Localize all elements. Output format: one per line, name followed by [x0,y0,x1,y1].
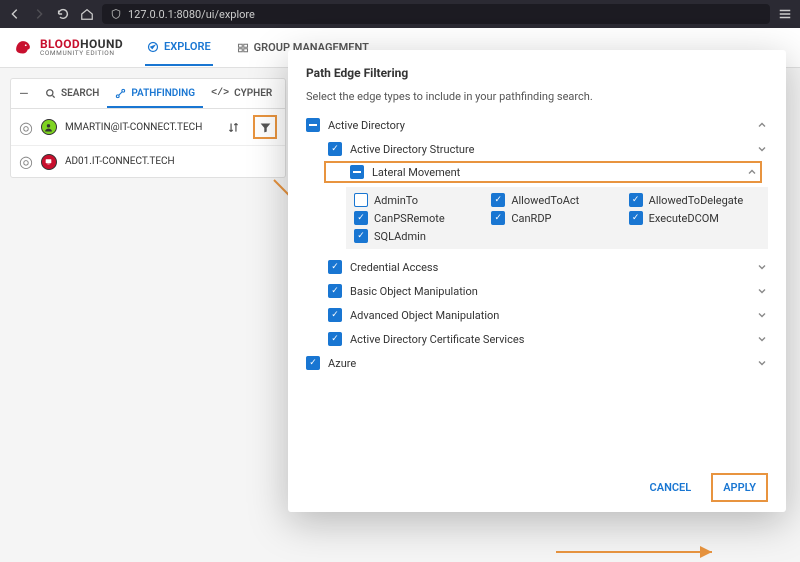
checkbox-checked-icon[interactable] [491,193,505,207]
logo: BLOODHOUND COMMUNITY EDITION [12,37,123,59]
checkbox-checked-icon[interactable] [491,211,505,225]
logo-icon [12,37,34,59]
shield-icon [110,8,122,20]
group-azure[interactable]: Azure [306,351,768,375]
group-icon [237,42,249,54]
edge-filter-modal: Path Edge Filtering Select the edge type… [288,50,786,512]
url-text: 127.0.0.1:8080/ui/explore [128,8,255,21]
start-node-row[interactable]: ◎ MMARTIN@IT-CONNECT.TECH [11,109,285,145]
edge-canpsremote[interactable]: CanPSRemote [354,211,485,225]
edge-allowedtoact[interactable]: AllowedToAct [491,193,622,207]
edge-label: CanPSRemote [374,212,445,225]
group-credential-access[interactable]: Credential Access [306,255,768,279]
collapse-icon[interactable]: – [11,84,37,103]
group-ad-structure[interactable]: Active Directory Structure [306,137,768,161]
tab-cypher[interactable]: </> CYPHER [203,79,280,108]
group-basic-object[interactable]: Basic Object Manipulation [306,279,768,303]
checkbox-checked-icon[interactable] [354,211,368,225]
chevron-up-icon[interactable] [756,119,768,131]
group-ad-label: Active Directory [328,119,748,132]
filter-tree: Active Directory Active Directory Struct… [306,113,768,465]
address-bar[interactable]: 127.0.0.1:8080/ui/explore [102,4,770,24]
search-icon [45,88,56,99]
chevron-down-icon[interactable] [756,309,768,321]
checkbox-checked-icon[interactable] [629,211,643,225]
group-ad-struct-label: Active Directory Structure [350,143,748,156]
edge-sqladmin[interactable]: SQLAdmin [354,229,485,243]
forward-icon [32,7,46,21]
chevron-down-icon[interactable] [756,285,768,297]
back-icon[interactable] [8,7,22,21]
end-node-text: AD01.IT-CONNECT.TECH [65,156,277,167]
chevron-down-icon[interactable] [756,357,768,369]
group-azure-label: Azure [328,357,748,370]
chevron-down-icon[interactable] [756,333,768,345]
pathfinding-panel: – SEARCH PATHFINDING </> CYPHER ◎ MMARTI… [10,78,286,178]
logo-subtitle: COMMUNITY EDITION [40,50,123,57]
group-adv-label: Advanced Object Manipulation [350,309,748,322]
chevron-down-icon[interactable] [756,143,768,155]
group-lateral-label: Lateral Movement [372,166,738,179]
checkbox-checked-icon[interactable] [629,193,643,207]
apply-button[interactable]: APPLY [711,473,768,502]
group-active-directory[interactable]: Active Directory [306,113,768,137]
target-icon: ◎ [19,118,33,137]
tab-pathfinding-label: PATHFINDING [131,88,195,99]
group-lateral-movement[interactable]: Lateral Movement [324,161,762,183]
path-icon [115,88,126,99]
explore-icon [147,41,159,53]
swap-button[interactable] [221,115,245,139]
reload-icon[interactable] [56,7,70,21]
tab-cypher-label: CYPHER [234,88,272,99]
edge-label: AllowedToAct [511,194,579,207]
group-adcs-label: Active Directory Certificate Services [350,333,748,346]
group-cred-label: Credential Access [350,261,748,274]
annotation-arrow-2 [552,542,722,562]
edge-executedcom[interactable]: ExecuteDCOM [629,211,760,225]
home-icon[interactable] [80,7,94,21]
checkbox-checked-icon[interactable] [306,356,320,370]
browser-chrome: 127.0.0.1:8080/ui/explore [0,0,800,28]
edge-adminto[interactable]: AdminTo [354,193,485,207]
edge-allowedtodelegate[interactable]: AllowedToDelegate [629,193,760,207]
tab-search-label: SEARCH [61,88,99,99]
edge-canrdp[interactable]: CanRDP [491,211,622,225]
tab-search[interactable]: SEARCH [37,79,107,108]
cancel-button[interactable]: CANCEL [640,473,702,502]
user-icon [41,119,57,135]
filter-button[interactable] [253,115,277,139]
chevron-up-icon[interactable] [746,166,758,178]
tab-explore-label: EXPLORE [164,40,211,53]
computer-icon [41,154,57,170]
checkbox-checked-icon[interactable] [328,284,342,298]
modal-title: Path Edge Filtering [306,66,768,80]
checkbox-checked-icon[interactable] [328,260,342,274]
checkbox-checked-icon[interactable] [354,229,368,243]
menu-icon[interactable] [778,7,792,21]
checkbox-checked-icon[interactable] [328,332,342,346]
code-icon: </> [211,88,229,99]
edge-label: CanRDP [511,212,551,225]
edge-label: SQLAdmin [374,230,426,243]
checkbox-unchecked-icon[interactable] [354,193,368,207]
tab-pathfinding[interactable]: PATHFINDING [107,79,203,108]
start-node-text: MMARTIN@IT-CONNECT.TECH [65,122,213,133]
edge-grid: AdminTo AllowedToAct AllowedToDelegate C… [346,187,768,249]
group-basic-label: Basic Object Manipulation [350,285,748,298]
checkbox-indeterminate-icon[interactable] [350,165,364,179]
edge-label: AdminTo [374,194,418,207]
edge-label: ExecuteDCOM [649,212,719,225]
edge-label: AllowedToDelegate [649,194,744,207]
checkbox-indeterminate-icon[interactable] [306,118,320,132]
group-advanced-object[interactable]: Advanced Object Manipulation [306,303,768,327]
checkbox-checked-icon[interactable] [328,308,342,322]
target-icon: ◎ [19,152,33,171]
group-adcs[interactable]: Active Directory Certificate Services [306,327,768,351]
tab-explore[interactable]: EXPLORE [145,29,213,66]
checkbox-checked-icon[interactable] [328,142,342,156]
end-node-row[interactable]: ◎ AD01.IT-CONNECT.TECH [11,146,285,177]
modal-desc: Select the edge types to include in your… [306,90,768,103]
chevron-down-icon[interactable] [756,261,768,273]
